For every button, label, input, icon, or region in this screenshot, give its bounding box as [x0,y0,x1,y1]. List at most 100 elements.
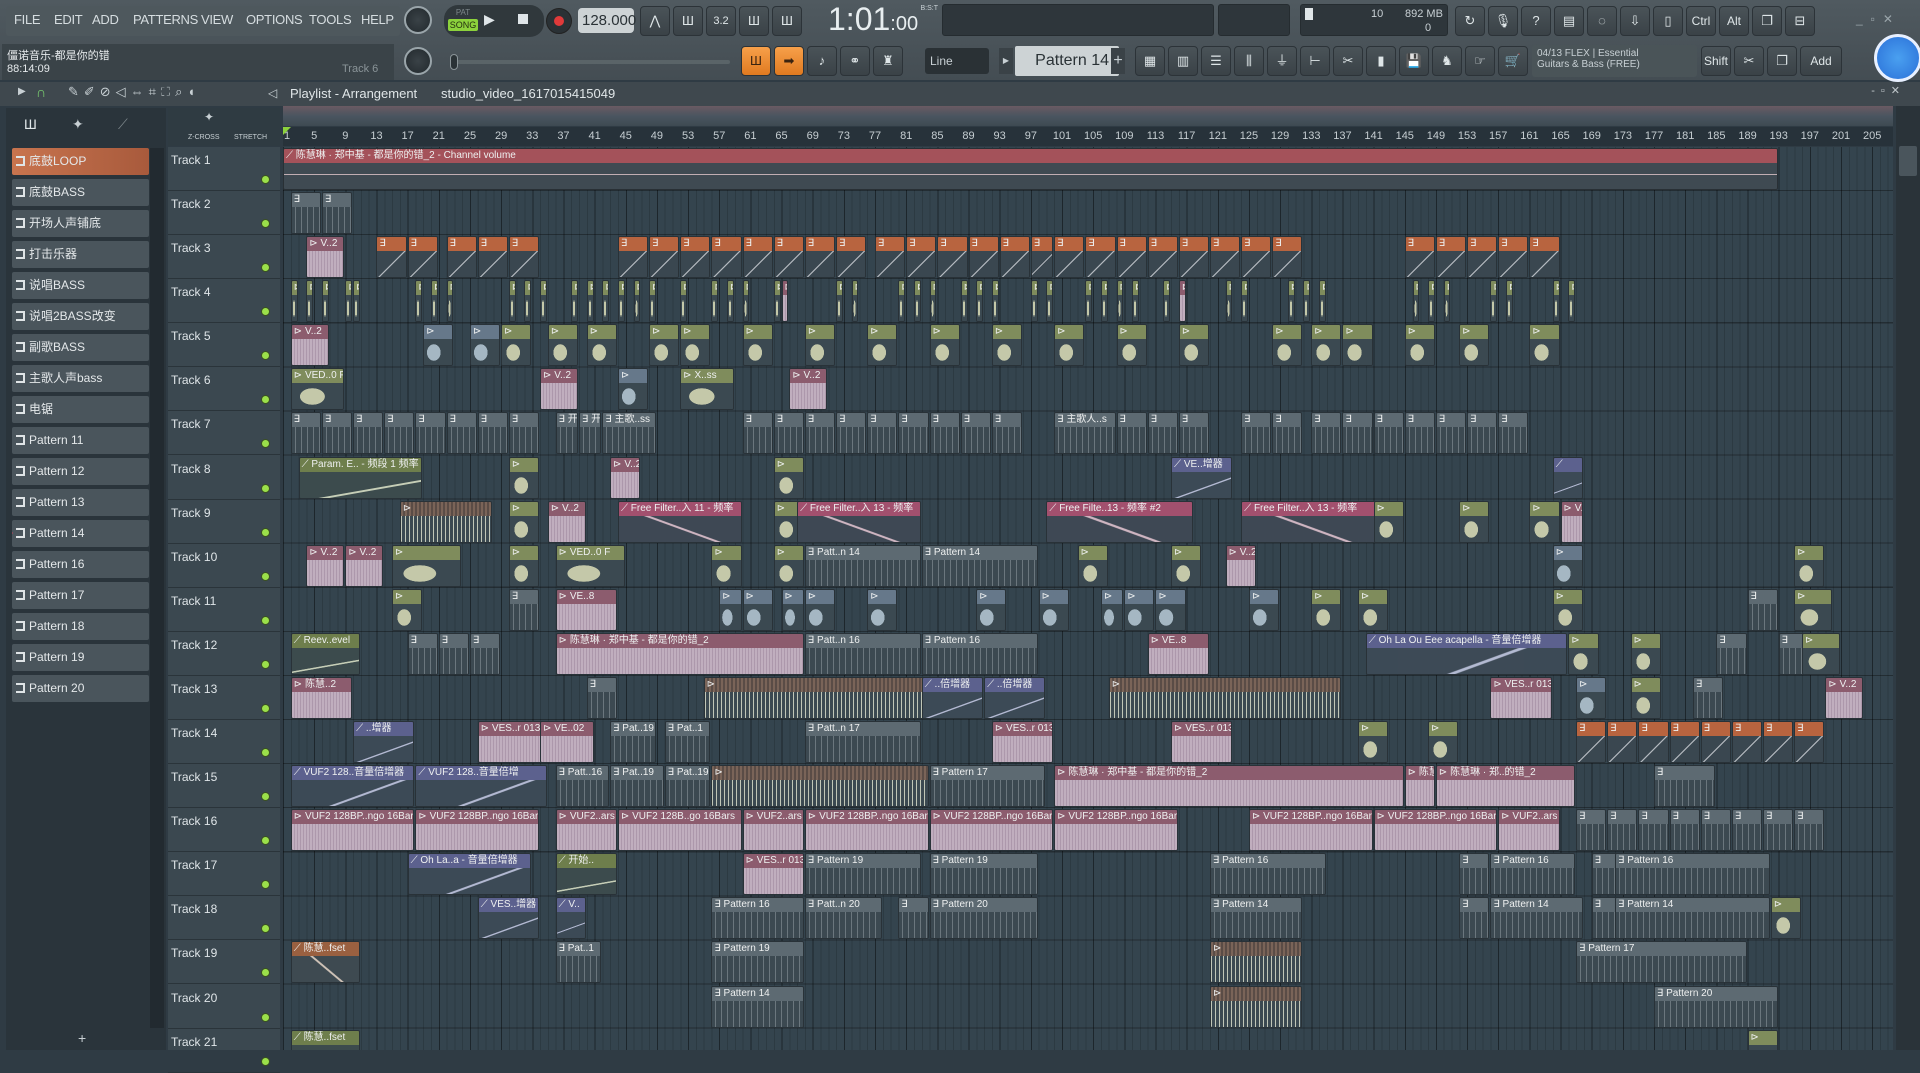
clip[interactable]: ∃ [1054,236,1085,279]
playlist-icon[interactable]: ▦ [1135,46,1165,76]
clip[interactable]: ∃ Pattern 19 [929,853,1038,896]
save-icon[interactable]: 💾 [1399,46,1429,76]
clip[interactable]: ∃ [1085,236,1116,279]
clip[interactable]: ⊳ [1303,280,1311,323]
clip[interactable]: ⟋ Free Filter..入 13 - 频率 [797,500,921,543]
clip[interactable]: ⊳ [1124,588,1155,631]
clip[interactable]: ∃ [446,412,477,455]
track-mute-toggle[interactable] [261,527,270,537]
alt-key-button[interactable]: Alt [1719,6,1749,36]
clip[interactable]: ⊳ [633,280,641,323]
clip[interactable]: ⊳ [1529,324,1560,367]
clip[interactable]: ⊳ V..2 [1225,544,1256,587]
clip[interactable]: ⊳ [1428,721,1459,764]
track-header[interactable]: Track 1 [168,147,280,191]
clip[interactable]: ∃ [1459,853,1490,896]
clip[interactable]: ∃ [477,412,508,455]
clip[interactable]: ∃ [1731,809,1763,852]
clip[interactable]: ⊳ [540,280,547,323]
automation-icon[interactable]: ⟋ [118,116,128,133]
clip[interactable]: ∃ Pattern 17 [929,765,1046,808]
record-button[interactable] [546,8,572,34]
clip[interactable]: ⊳ [1100,280,1108,323]
clip[interactable]: ∃ Pattern 16 [1490,853,1576,896]
clip[interactable]: ⊳ [719,588,742,631]
pattern-item[interactable]: 开场人声铺底 [12,210,149,237]
clip[interactable]: ⊳ [703,676,952,719]
clip[interactable]: ∃ [1763,721,1794,764]
clip[interactable]: ∃ [1030,236,1054,279]
track-header[interactable]: Track 9 [168,500,280,544]
track-mute-toggle[interactable] [261,924,270,934]
clip[interactable]: ⊳ VES..r 013 [1490,676,1552,719]
track-mute-toggle[interactable] [261,615,270,625]
playlist-window-controls[interactable]: -▫✕ [1871,84,1906,97]
track-mute-toggle[interactable] [261,1012,270,1022]
clip[interactable]: ∃ Pattern 14 [711,985,804,1028]
clip[interactable]: ⊳ [680,324,711,367]
clip[interactable]: ⊳ [1155,588,1186,631]
clip[interactable]: ⊳ [1490,280,1498,323]
clip[interactable]: ∃ [1147,412,1178,455]
clip[interactable]: ⊳ [1552,588,1583,631]
clip[interactable]: ∃ [1241,236,1272,279]
clip[interactable]: ∃ [1435,236,1467,279]
clip[interactable]: ⊳ [1116,324,1147,367]
clip[interactable]: ⊳ [423,324,454,367]
clip[interactable]: ⊳ [781,280,789,323]
clip[interactable]: ⊳ VE..8 [1147,632,1209,675]
clip[interactable]: ⟋ Reev..evel [290,632,360,675]
clip[interactable]: ∃ [469,632,501,675]
clip[interactable]: ⊳ [649,280,656,323]
clip[interactable]: ⟋ Param. E.. - 频段 1 频率 [298,456,423,499]
clip[interactable]: ⟋ [1552,456,1583,499]
clip[interactable]: ∃ [1272,236,1303,279]
clip[interactable]: ⊳ [1358,721,1389,764]
scroll-thumb[interactable] [1899,146,1917,176]
clip[interactable]: ⊳ [1046,280,1054,323]
track-mute-toggle[interactable] [261,836,270,846]
clip[interactable]: ∃ [1692,676,1724,719]
clip[interactable]: ⊳ [1132,280,1139,323]
song-position-slider[interactable] [450,54,730,70]
clip[interactable]: ⟋ 陈慧..fset [290,1029,360,1050]
clip[interactable]: ⊳ V..2 [306,236,345,279]
clip[interactable]: ⟋ Free Filter..入 11 - 频率 [617,500,742,543]
clip[interactable]: ⟋ VE..增器 [1171,456,1233,499]
pattern-item[interactable]: Pattern 11 [12,427,149,454]
track-header[interactable]: Track 12 [168,632,280,676]
clip[interactable]: ⊳ V..2 [540,368,578,411]
tool-icons[interactable]: ✎✐⊘◁⇔⌗⛶⌕◖ [68,84,200,100]
track-header[interactable]: Track 8 [168,456,280,500]
clip[interactable]: ∃ [960,412,991,455]
track-mute-toggle[interactable] [261,263,270,273]
clip[interactable]: ∃ [836,412,867,455]
clip[interactable]: ⊳ [773,280,781,323]
link-icon[interactable]: ⚭ [840,46,870,76]
clip[interactable]: ⊳ [1630,676,1661,719]
timeline-ruler[interactable]: 1 5 9 13 17 21 25 29 33 37 41 45 49 53 57 61 65 69 73 77 81 8… [283,127,1893,146]
shift-key-button[interactable]: Shift [1701,46,1731,76]
clip[interactable]: ⊳ VES..r 013 [742,853,804,896]
wait-for-input-button[interactable]: Ш [673,6,703,36]
clip[interactable]: ⊳ [290,280,298,323]
master-volume-knob[interactable] [404,6,432,34]
clip[interactable]: ∃ [1342,412,1373,455]
clip[interactable]: ⊳ VUF2 128BP..ngo 16Bars [804,809,929,852]
clip[interactable]: ⊳ [586,280,594,323]
clip[interactable]: ⟋ 陈慧..fset [290,941,360,984]
clip[interactable]: ⊳ [345,280,353,323]
clip[interactable]: ∃ [773,412,804,455]
stretch-label[interactable]: STRETCH [234,134,267,141]
clip[interactable]: ∃ [353,412,384,455]
track-header[interactable]: Track 15 [168,764,280,809]
clip[interactable]: ∃ [1654,765,1716,808]
track-header[interactable]: Track 21 [168,1029,280,1073]
track-header[interactable]: Track 3 [168,235,280,280]
clip[interactable]: ⊳ V..2 [1560,500,1583,543]
clip[interactable]: ∃ Pattern 20 [1654,985,1778,1028]
clip[interactable]: ⊳ [1077,544,1108,587]
track-mute-toggle[interactable] [261,307,270,317]
clip[interactable]: ∃ Pattern 14 [921,544,1038,587]
clip[interactable]: ⊳ VUF2 128BP..ngo 16Bars [1373,809,1498,852]
